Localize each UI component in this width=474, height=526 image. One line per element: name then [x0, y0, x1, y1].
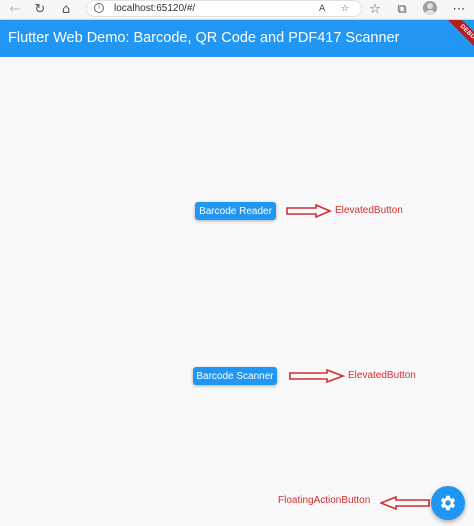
site-info-icon[interactable]: i	[94, 3, 104, 13]
app-bar: Flutter Web Demo: Barcode, QR Code and P…	[0, 20, 474, 57]
settings-fab[interactable]	[431, 486, 465, 520]
reader-annotation-label: ElevatedButton	[335, 205, 403, 216]
url-text[interactable]: localhost:65120/#/	[114, 2, 195, 16]
browser-toolbar: ← ↻ ⌂ i localhost:65120/#/ A ☆ ☆ ⧉ ⋯	[0, 0, 474, 20]
reload-icon[interactable]: ↻	[31, 1, 49, 18]
favorites-icon[interactable]: ☆	[366, 1, 384, 18]
debug-banner: DEBUG	[442, 20, 474, 57]
fab-annotation-label: FloatingActionButton	[278, 495, 371, 506]
address-bar[interactable]: i localhost:65120/#/ A ☆	[86, 0, 362, 17]
back-arrow-icon[interactable]: ←	[6, 1, 24, 18]
scanner-annotation-arrow-icon	[289, 369, 345, 383]
app-body	[0, 57, 474, 526]
fab-annotation-arrow-icon	[380, 496, 430, 510]
read-aloud-icon[interactable]: A	[319, 2, 325, 16]
home-icon[interactable]: ⌂	[57, 1, 75, 18]
add-favorite-icon[interactable]: ☆	[341, 2, 349, 16]
scanner-annotation-label: ElevatedButton	[348, 370, 416, 381]
settings-icon	[440, 495, 456, 511]
app-title: Flutter Web Demo: Barcode, QR Code and P…	[8, 30, 400, 46]
barcode-scanner-button[interactable]: Barcode Scanner	[193, 367, 277, 385]
reader-annotation-arrow-icon	[286, 204, 332, 218]
more-menu-icon[interactable]: ⋯	[450, 1, 468, 18]
profile-avatar[interactable]	[423, 1, 437, 15]
collections-icon[interactable]: ⧉	[393, 1, 411, 18]
barcode-reader-button[interactable]: Barcode Reader	[195, 202, 276, 220]
